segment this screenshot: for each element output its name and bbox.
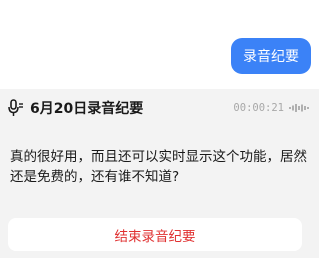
microphone-icon xyxy=(8,99,24,117)
user-message-bubble: 录音纪要 xyxy=(231,38,311,74)
audio-wave-icon xyxy=(289,103,309,113)
user-message-text: 录音纪要 xyxy=(243,49,299,65)
transcript-text: 真的很好用，而且还可以实时显示这个功能，居然还是免费的，还有谁不知道? xyxy=(10,149,307,185)
end-recording-button[interactable]: 结束录音纪要 xyxy=(8,218,302,251)
recording-card: 6月20日录音纪要 00:00:21 真的很好用，而且还可以实时显示这个功能，居… xyxy=(0,89,319,258)
recording-timer: 00:00:21 xyxy=(233,102,284,114)
recording-header: 6月20日录音纪要 00:00:21 xyxy=(8,97,309,119)
recording-title: 6月20日录音纪要 xyxy=(30,101,144,117)
